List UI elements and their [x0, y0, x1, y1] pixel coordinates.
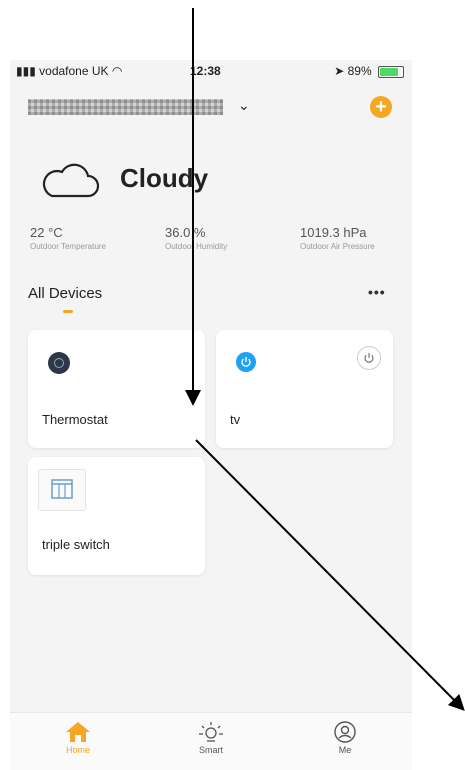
location-icon: ➤ [334, 64, 345, 78]
bottom-tab-bar: Home Smart Me [10, 712, 412, 770]
chevron-down-icon: ⌄ [238, 97, 250, 113]
device-name: Thermostat [42, 412, 108, 427]
switch-panel-icon [38, 469, 86, 511]
outdoor-humidity: 36.0 % Outdoor Humidity [165, 225, 228, 251]
more-options-button[interactable]: ••• [368, 284, 386, 300]
outdoor-temperature: 22 °C Outdoor Temperature [30, 225, 106, 251]
add-device-button[interactable]: + [370, 96, 392, 118]
device-card-triple-switch[interactable]: triple switch [28, 457, 205, 575]
weather-condition: Cloudy [120, 163, 209, 193]
tab-home[interactable]: Home [38, 721, 118, 755]
phone-screen: ▮▮▮ vodafone UK ◠ 12:38 ➤ 89% ⌄ + Cloudy… [10, 60, 412, 770]
battery-icon [378, 65, 404, 78]
tab-me[interactable]: Me [305, 721, 385, 755]
thermostat-icon [48, 352, 70, 374]
device-card-tv[interactable]: tv [216, 330, 393, 448]
tv-power-button[interactable] [357, 346, 381, 370]
device-card-thermostat[interactable]: Thermostat [28, 330, 205, 448]
clock: 12:38 [190, 64, 221, 78]
home-icon [66, 722, 90, 742]
sun-icon [199, 722, 223, 742]
home-name-redacted [28, 99, 223, 115]
wifi-icon: ◠ [111, 64, 123, 78]
tab-indicator [63, 310, 73, 313]
status-bar: ▮▮▮ vodafone UK ◠ 12:38 ➤ 89% [10, 60, 412, 80]
battery-status: ➤ 89% [334, 64, 404, 78]
cloud-icon [42, 163, 100, 198]
outdoor-air-pressure: 1019.3 hPa Outdoor Air Pressure [300, 225, 375, 251]
tab-smart[interactable]: Smart [171, 721, 251, 755]
home-selector[interactable]: ⌄ [28, 97, 250, 117]
tv-power-icon [236, 352, 256, 372]
carrier-label: ▮▮▮ vodafone UK ◠ [16, 64, 123, 78]
all-devices-tab[interactable]: All Devices [28, 285, 102, 302]
profile-icon [334, 721, 356, 743]
device-name: tv [230, 412, 241, 427]
signal-icon: ▮▮▮ [16, 64, 36, 78]
device-name: triple switch [42, 537, 110, 552]
